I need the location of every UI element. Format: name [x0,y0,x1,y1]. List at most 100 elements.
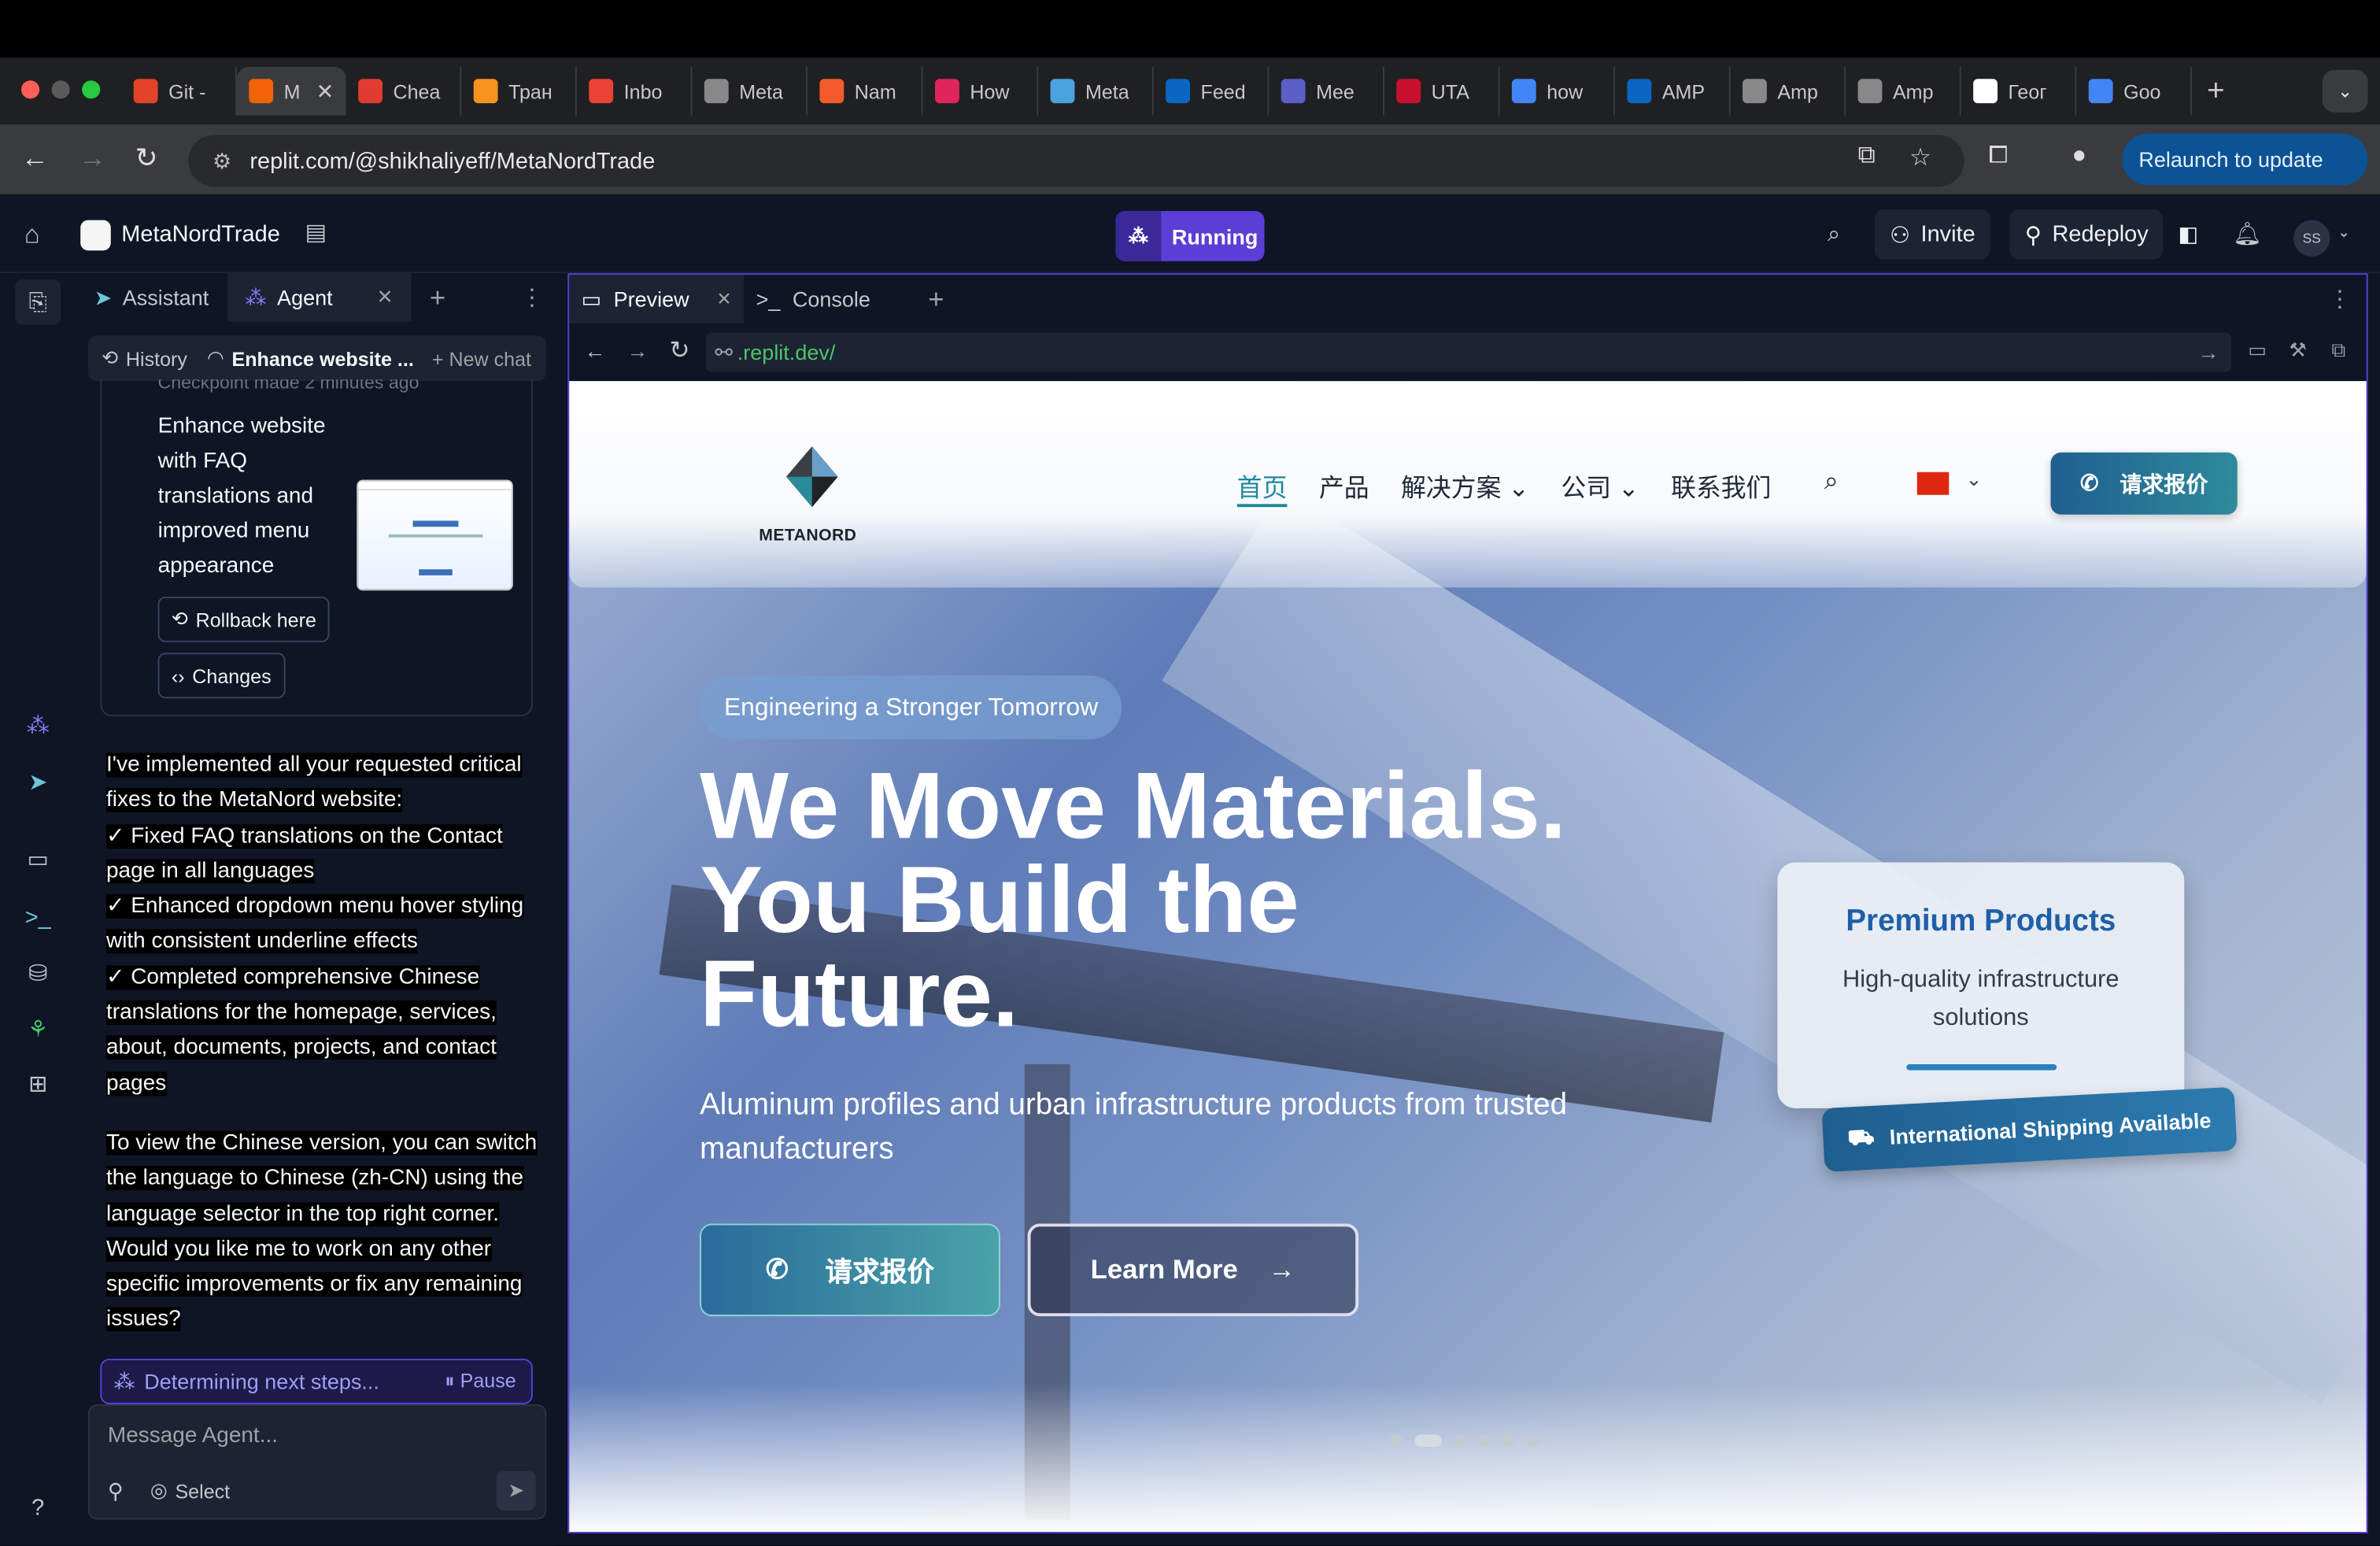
home-icon[interactable]: ⌂ [24,220,40,251]
tab-console[interactable]: >_ Console [744,275,882,324]
project-info-icon[interactable]: ▤ [305,219,327,246]
browser-tab[interactable]: AMP [1615,66,1731,116]
browser-tab[interactable]: Meta [692,66,808,116]
carousel-dot[interactable] [1478,1434,1491,1447]
history-button[interactable]: History [126,347,187,370]
add-tab-icon[interactable]: + [928,283,944,316]
browser-tab[interactable]: Git - [121,66,237,116]
open-new-tab-icon[interactable]: ⧉ [2331,338,2345,363]
panel-menu-icon[interactable]: ⋮ [2328,286,2351,313]
nav-products[interactable]: 产品 [1319,468,1369,507]
preview-forward-icon[interactable]: → [627,338,649,363]
select-element-button[interactable]: ◎ Select [150,1478,230,1503]
close-tab-icon[interactable]: ✕ [316,78,334,104]
new-tab-icon[interactable]: + [2192,74,2240,109]
preview-url-bar[interactable]: ⚯ .replit.dev/ → [705,332,2232,372]
add-tab-icon[interactable]: + [430,282,445,314]
deployments-rail-icon[interactable]: ⚘ [21,1012,54,1045]
close-tab-icon[interactable]: ✕ [716,288,731,309]
install-app-icon[interactable]: ⧉ [1858,142,1876,170]
tab-agent[interactable]: ⁂ Agent ✕ [227,273,412,322]
preview-reload-icon[interactable]: ↻ [670,335,690,366]
site-info-icon[interactable]: ⚙ [213,148,231,174]
extensions-icon[interactable]: ⧠ [1988,142,2008,170]
database-icon[interactable]: ⛁ [21,956,54,989]
file-tree-icon[interactable]: ⎘ [15,279,61,325]
nav-contact[interactable]: 联系我们 [1671,468,1771,507]
preview-back-icon[interactable]: ← [585,338,606,363]
browser-tab[interactable]: Тран [461,66,577,116]
new-chat-button[interactable]: + New chat [432,347,531,370]
forward-icon[interactable]: → [79,142,106,175]
browser-tab[interactable]: Amp [1731,66,1846,116]
profile-icon[interactable]: ● [2072,142,2087,170]
go-icon[interactable]: → [2198,340,2219,364]
browser-tab[interactable]: UTA [1384,66,1500,116]
carousel-dot[interactable] [1527,1434,1539,1447]
reload-icon[interactable]: ↻ [135,142,158,175]
project-name[interactable]: MetaNordTrade [121,222,280,248]
browser-tab[interactable]: Meta [1038,66,1154,116]
maximize-window-button[interactable] [82,80,101,99]
redeploy-button[interactable]: ⚲ Redeploy [2009,209,2164,260]
address-bar[interactable]: ⚙ replit.com/@shikhaliyeff/MetaNordTrade [188,135,1964,187]
message-input[interactable]: Message Agent... ⚲ ◎ Select ➤ [87,1404,547,1520]
bookmark-star-icon[interactable]: ☆ [1909,142,1931,173]
deployments-icon[interactable]: ◧ [2179,222,2199,248]
send-button[interactable]: ➤ [496,1470,536,1511]
browser-tab[interactable]: Goo [2076,66,2192,116]
run-status-button[interactable]: ⁂ Running [1115,211,1265,261]
changes-button[interactable]: ‹› Changes [157,653,286,699]
attach-icon[interactable]: ⚲ [108,1478,124,1504]
panel-menu-icon[interactable]: ⋮ [521,284,544,312]
pause-button[interactable]: ⏸ Pause [445,1370,516,1394]
site-search-icon[interactable]: ⌕ [1824,468,1839,507]
all-tools-icon[interactable]: ⊞ [21,1067,54,1100]
chevron-down-icon[interactable]: ⌄ [2338,224,2350,241]
invite-button[interactable]: ⚇ Invite [1874,209,1990,260]
assistant-icon[interactable]: ➤ [21,765,54,798]
browser-tab[interactable]: Nam [808,66,923,116]
tab-search-button[interactable]: ⌄ [2322,69,2368,113]
tab-assistant[interactable]: ➤ Assistant [76,273,227,322]
minimize-window-button[interactable] [51,80,70,99]
carousel-dot[interactable] [1454,1434,1467,1447]
checkpoint-thumbnail[interactable] [357,479,513,591]
back-icon[interactable]: ← [21,142,49,175]
metanord-logo[interactable]: METANORD [759,446,865,545]
browser-tab[interactable]: How [923,66,1039,116]
tab-preview[interactable]: ▭ Preview ✕ [569,275,745,324]
nav-home[interactable]: 首页 [1236,468,1288,508]
browser-tab[interactable]: Inbo [577,66,693,116]
browser-tab[interactable]: Геог [1961,66,2077,116]
nav-company[interactable]: 公司 ⌄ [1561,468,1639,507]
agent-icon[interactable]: ⁂ [21,709,54,742]
preview-icon[interactable]: ▭ [21,842,54,875]
browser-tab[interactable]: Feed [1154,66,1269,116]
help-icon[interactable]: ? [21,1491,54,1524]
console-icon[interactable]: >_ [21,901,54,934]
notifications-bell-icon[interactable]: 🔔︎ [2233,220,2262,248]
device-icon[interactable]: ▭ [2248,338,2267,363]
carousel-dot[interactable] [1414,1434,1443,1447]
rollback-button[interactable]: ⟲ Rollback here [157,596,331,642]
browser-tab[interactable]: Amp [1846,66,1961,116]
nav-solutions[interactable]: 解决方案 ⌄ [1401,468,1529,507]
request-quote-button[interactable]: ✆ 请求报价 [2050,452,2238,515]
browser-tab[interactable]: M ✕ [236,66,346,116]
devtools-icon[interactable]: ⚒ [2289,338,2306,363]
china-flag-icon[interactable] [1916,472,1949,495]
browser-tab[interactable]: Chea [346,66,462,116]
close-tab-icon[interactable]: ✕ [377,286,394,310]
user-avatar[interactable]: SS [2293,220,2330,257]
close-window-button[interactable] [21,80,40,99]
search-icon[interactable]: ⌕ [1828,222,1840,248]
learn-more-button[interactable]: Learn More → [1027,1223,1359,1317]
carousel-dot[interactable] [1502,1434,1515,1447]
hero-quote-button[interactable]: ✆ 请求报价 [700,1223,1000,1317]
carousel-dot[interactable] [1390,1434,1403,1447]
relaunch-button[interactable]: Relaunch to update ⋮ [2122,133,2368,186]
browser-tab[interactable]: Mee [1269,66,1384,116]
browser-tab[interactable]: how [1499,66,1616,116]
language-chevron-icon[interactable]: ⌄ [1966,468,1983,492]
